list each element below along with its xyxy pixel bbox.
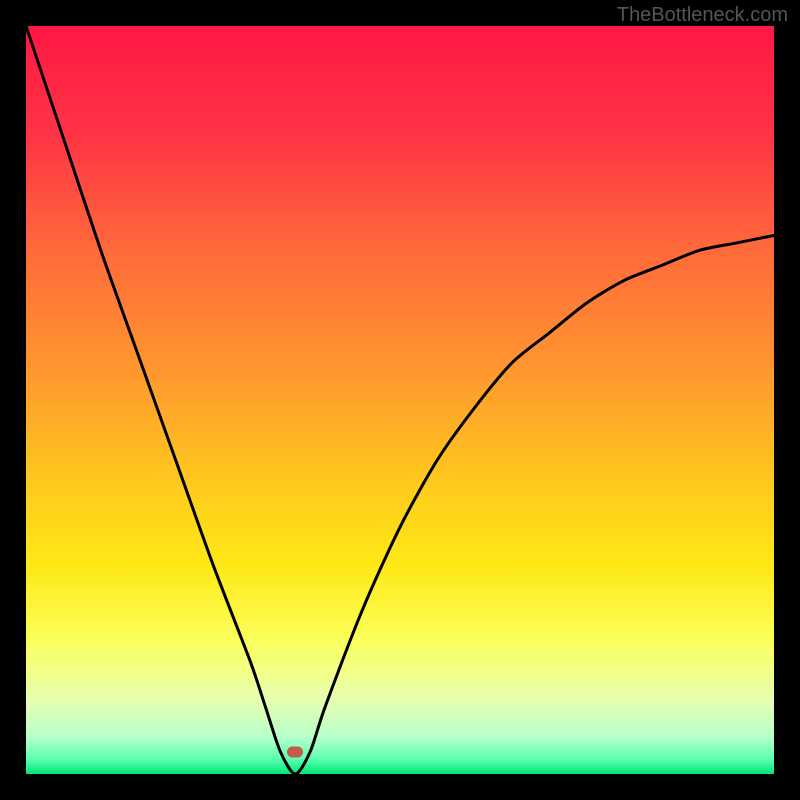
watermark-text: TheBottleneck.com <box>617 4 788 27</box>
bottleneck-curve <box>26 26 774 774</box>
optimal-point-indicator <box>287 746 303 757</box>
plot-frame <box>26 26 774 774</box>
